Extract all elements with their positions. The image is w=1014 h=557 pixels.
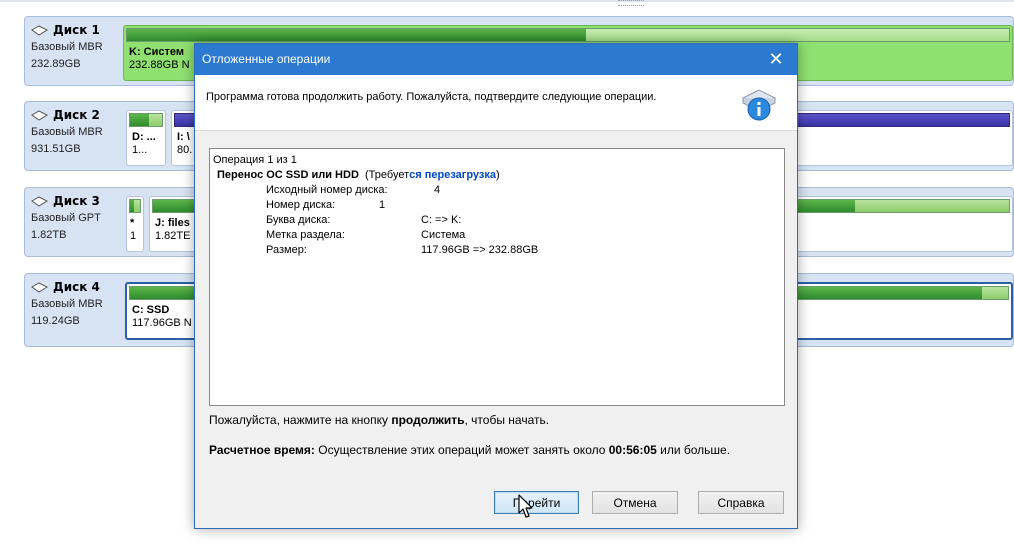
hint-prefix: Пожалуйста, нажмите на кнопку: [209, 413, 392, 427]
disk-info: Диск 2 Базовый MBR 931.51GB: [25, 102, 123, 170]
mouse-cursor-icon: [518, 494, 533, 518]
estimate-suffix: или больше.: [656, 443, 731, 457]
partition-size: 1...: [132, 144, 148, 156]
operation-note-suffix: ): [495, 169, 500, 181]
hint-suffix: , чтобы начать.: [464, 413, 550, 427]
disk-size: 1.82TB: [31, 229, 67, 241]
disk-type: Базовый MBR: [31, 126, 103, 138]
estimate-text: Осуществление этих операций может занять…: [314, 443, 609, 457]
disk-size: 232.89GB: [31, 58, 81, 70]
disk-icon: [31, 195, 48, 207]
disk-icon: [31, 281, 48, 293]
detail-row: Исходный номер диска: 4: [213, 183, 781, 198]
disk-type: Базовый MBR: [31, 298, 103, 310]
detail-key: Метка раздела:: [266, 229, 345, 241]
operation-name: Перенос ОС SSD или HDD: [217, 169, 359, 181]
disk-type: Базовый MBR: [31, 41, 103, 53]
detail-row: Номер диска: 1: [213, 198, 781, 213]
disk-icon: [31, 24, 48, 36]
info-icon: [741, 89, 777, 121]
dialog-header: Программа готова продолжить работу. Пожа…: [195, 75, 797, 131]
reboot-required-note: ся перезагрузка: [409, 169, 496, 181]
splitter-handle[interactable]: [618, 0, 644, 6]
detail-row: Метка раздела: Система: [213, 228, 781, 243]
disk-title: Диск 4: [53, 280, 100, 294]
detail-key: Размер:: [266, 244, 307, 256]
detail-row: Размер: 117.96GB => 232.88GB: [213, 243, 781, 258]
disk-info: Диск 4 Базовый MBR 119.24GB: [25, 274, 123, 346]
detail-value: 1: [379, 199, 386, 211]
help-button[interactable]: Справка: [698, 491, 784, 514]
detail-key: Исходный номер диска:: [266, 184, 388, 196]
disk-icon: [31, 109, 48, 121]
detail-value: C: => K:: [421, 214, 462, 226]
disk-title: Диск 2: [53, 108, 100, 122]
pending-operations-dialog: Отложенные операции ✕ Программа готова п…: [194, 43, 798, 529]
estimate-time: 00:56:05: [608, 443, 657, 457]
partition-name: D: ...: [132, 131, 156, 143]
cancel-button[interactable]: Отмена: [592, 491, 678, 514]
disk-info: Диск 3 Базовый GPT 1.82TB: [25, 188, 123, 256]
disk-type: Базовый GPT: [31, 212, 101, 224]
partition-d[interactable]: D: ... 1...: [126, 110, 166, 166]
operations-list[interactable]: Операция 1 из 1 Перенос ОС SSD или HDD (…: [209, 148, 785, 406]
disk-info: Диск 1 Базовый MBR 232.89GB: [25, 17, 123, 85]
disk-size: 931.51GB: [31, 143, 81, 155]
disk-size: 119.24GB: [31, 315, 80, 327]
disk-title: Диск 1: [53, 23, 100, 37]
dialog-message: Программа готова продолжить работу. Пожа…: [206, 91, 657, 103]
top-border: [0, 0, 1014, 2]
detail-row: Буква диска: C: => K:: [213, 213, 781, 228]
disk-title: Диск 3: [53, 194, 100, 208]
dialog-title: Отложенные операции: [202, 52, 331, 66]
estimate-label: Расчетное время:: [209, 443, 315, 457]
dialog-titlebar[interactable]: Отложенные операции ✕: [195, 44, 797, 75]
detail-value: 4: [434, 184, 441, 196]
go-button[interactable]: Перейти: [494, 491, 579, 514]
operation-title: Перенос ОС SSD или HDD (Требуется переза…: [213, 168, 781, 183]
detail-key: Буква диска:: [266, 214, 331, 226]
estimated-time: Расчетное время: Осуществление этих опер…: [209, 443, 730, 457]
partition-reserved[interactable]: * 1: [126, 196, 144, 252]
hint-bold: продолжить: [391, 413, 465, 427]
operation-note-prefix: (Требует: [365, 169, 410, 181]
partition-name: *: [130, 217, 135, 229]
detail-key: Номер диска:: [266, 199, 336, 211]
close-icon[interactable]: ✕: [755, 44, 797, 75]
detail-value: 117.96GB => 232.88GB: [421, 244, 539, 256]
detail-value: Система: [421, 229, 466, 241]
start-hint: Пожалуйста, нажмите на кнопку продолжить…: [209, 413, 549, 427]
partition-size: 1: [130, 230, 137, 242]
operation-counter: Операция 1 из 1: [213, 154, 297, 166]
